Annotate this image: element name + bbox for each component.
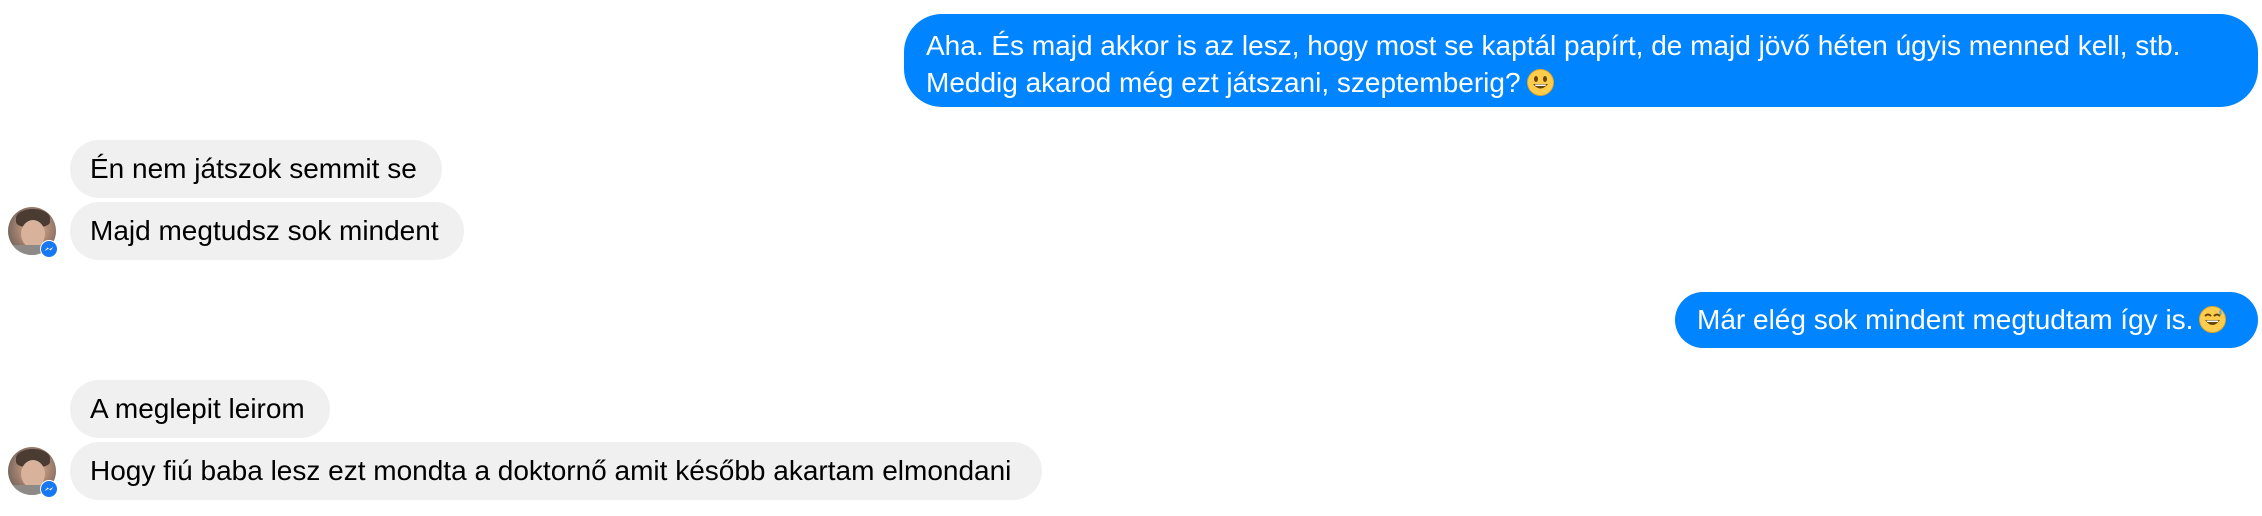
grinning-emoji-icon	[1526, 68, 1554, 96]
incoming-message-bubble[interactable]: Majd megtudsz sok mindent	[70, 202, 464, 260]
message-text: Hogy fiú baba lesz ezt mondta a doktornő…	[90, 455, 1012, 486]
incoming-message-bubble[interactable]: Én nem játszok semmit se	[70, 140, 442, 198]
messenger-badge-icon	[40, 480, 58, 498]
message-text: Én nem játszok semmit se	[90, 153, 417, 184]
outgoing-message-bubble[interactable]: Már elég sok mindent megtudtam így is.	[1675, 292, 2258, 348]
message-text-line: Aha. És majd akkor is az lesz, hogy most…	[926, 30, 2181, 61]
message-text: Majd megtudsz sok mindent	[90, 215, 439, 246]
messenger-badge-icon	[40, 240, 58, 258]
message-text: A meglepit leirom	[90, 393, 305, 424]
message-text-line: Meddig akarod még ezt játszani, szeptemb…	[926, 67, 1521, 98]
grinning-sweat-emoji-icon	[2199, 305, 2227, 333]
message-text: Már elég sok mindent megtudtam így is.	[1697, 304, 2194, 335]
incoming-message-bubble[interactable]: A meglepit leirom	[70, 380, 330, 438]
incoming-message-bubble[interactable]: Hogy fiú baba lesz ezt mondta a doktornő…	[70, 442, 1042, 500]
outgoing-message-bubble[interactable]: Aha. És majd akkor is az lesz, hogy most…	[904, 14, 2258, 107]
